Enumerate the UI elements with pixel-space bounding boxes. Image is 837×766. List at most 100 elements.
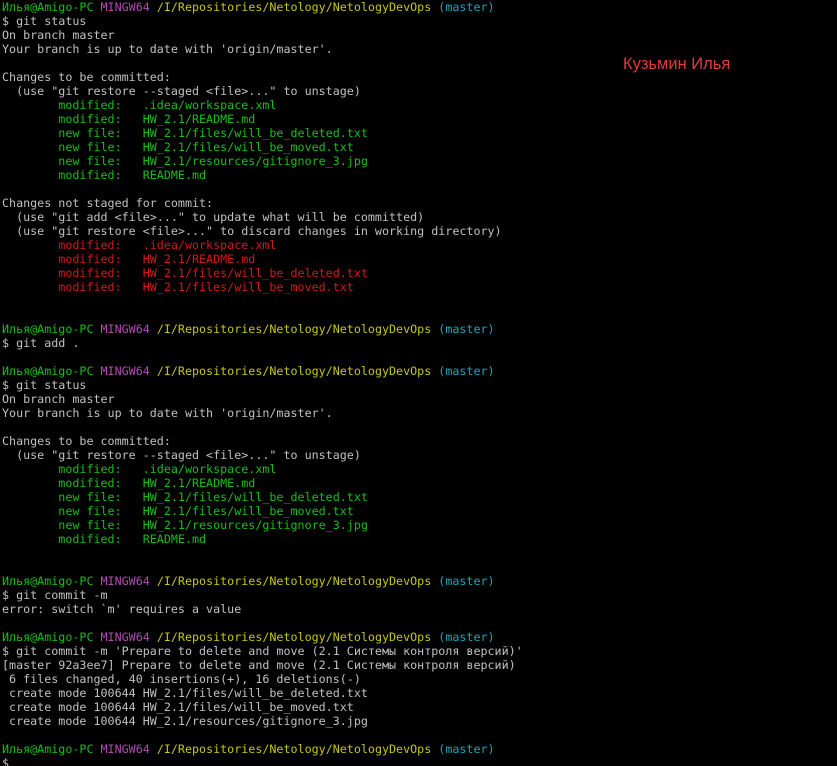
prompt-user-host: Илья@Amigo-PC [2,574,101,588]
terminal-output: Илья@Amigo-PC MINGW64 /I/Repositories/Ne… [0,0,837,766]
prompt-mingw: MINGW64 [100,742,157,756]
staged-file-line: new file: HW_2.1/files/will_be_moved.txt [2,140,354,154]
terminal-line: modified: README.md [2,532,837,546]
output-text: (use "git restore --staged <file>..." to… [2,448,361,462]
output-text: $ git status [2,14,87,28]
terminal-line: modified: HW_2.1/README.md [2,112,837,126]
staged-file-line: modified: README.md [2,168,207,182]
terminal-line: (use "git restore <file>..." to discard … [2,224,837,238]
output-text: Your branch is up to date with 'origin/m… [2,406,333,420]
output-text: (use "git restore --staged <file>..." to… [2,84,361,98]
terminal-line: error: switch `m' requires a value [2,602,837,616]
staged-file-line: new file: HW_2.1/files/will_be_moved.txt [2,504,354,518]
terminal-window[interactable]: Илья@Amigo-PC MINGW64 /I/Repositories/Ne… [0,0,837,766]
prompt-line: Илья@Amigo-PC MINGW64 /I/Repositories/Ne… [2,574,837,588]
terminal-line: $ git commit -m 'Prepare to delete and m… [2,644,837,658]
output-text: (use "git restore <file>..." to discard … [2,224,502,238]
terminal-line: (use "git restore --staged <file>..." to… [2,84,837,98]
terminal-line: new file: HW_2.1/resources/gitignore_3.j… [2,154,837,168]
output-text: Changes not staged for commit: [2,196,214,210]
prompt-line: Илья@Amigo-PC MINGW64 /I/Repositories/Ne… [2,0,837,14]
terminal-line: Your branch is up to date with 'origin/m… [2,406,837,420]
prompt-mingw: MINGW64 [100,574,157,588]
terminal-line: (use "git restore --staged <file>..." to… [2,448,837,462]
terminal-line: new file: HW_2.1/files/will_be_moved.txt [2,140,837,154]
terminal-line: On branch master [2,28,837,42]
terminal-line: create mode 100644 HW_2.1/files/will_be_… [2,686,837,700]
unstaged-file-line: modified: HW_2.1/files/will_be_deleted.t… [2,266,368,280]
staged-file-line: modified: README.md [2,532,207,546]
output-text: Changes to be committed: [2,70,171,84]
output-text: $ [2,756,10,766]
prompt-line: Илья@Amigo-PC MINGW64 /I/Repositories/Ne… [2,364,837,378]
staged-file-line: new file: HW_2.1/files/will_be_deleted.t… [2,126,368,140]
prompt-user-host: Илья@Amigo-PC [2,742,101,756]
prompt-branch: (master) [438,574,495,588]
prompt-path: /I/Repositories/Netology/NetologyDevOps [156,742,439,756]
terminal-line: new file: HW_2.1/files/will_be_deleted.t… [2,490,837,504]
prompt-branch: (master) [438,364,495,378]
terminal-line: create mode 100644 HW_2.1/files/will_be_… [2,700,837,714]
prompt-branch: (master) [438,322,495,336]
output-text: On branch master [2,28,115,42]
terminal-line: new file: HW_2.1/files/will_be_moved.txt [2,504,837,518]
prompt-user-host: Илья@Amigo-PC [2,0,101,14]
prompt-path: /I/Repositories/Netology/NetologyDevOps [156,0,439,14]
output-text: $ git commit -m [2,588,108,602]
output-text: create mode 100644 HW_2.1/files/will_be_… [2,686,368,700]
terminal-line: modified: .idea/workspace.xml [2,462,837,476]
output-text: create mode 100644 HW_2.1/files/will_be_… [2,700,354,714]
output-text: create mode 100644 HW_2.1/resources/giti… [2,714,368,728]
staged-file-line: modified: HW_2.1/README.md [2,476,256,490]
staged-file-line: new file: HW_2.1/resources/gitignore_3.j… [2,518,368,532]
staged-file-line: modified: HW_2.1/README.md [2,112,256,126]
unstaged-file-line: modified: .idea/workspace.xml [2,238,277,252]
prompt-branch: (master) [438,0,495,14]
terminal-line: modified: HW_2.1/README.md [2,252,837,266]
terminal-line: [master 92a3ee7] Prepare to delete and m… [2,658,837,672]
terminal-line: 6 files changed, 40 insertions(+), 16 de… [2,672,837,686]
terminal-line: modified: HW_2.1/files/will_be_moved.txt [2,280,837,294]
prompt-branch: (master) [438,742,495,756]
terminal-line: (use "git add <file>..." to update what … [2,210,837,224]
unstaged-file-line: modified: HW_2.1/files/will_be_moved.txt [2,280,354,294]
prompt-path: /I/Repositories/Netology/NetologyDevOps [156,364,439,378]
prompt-line: Илья@Amigo-PC MINGW64 /I/Repositories/Ne… [2,322,837,336]
terminal-line: $ git status [2,378,837,392]
staged-file-line: modified: .idea/workspace.xml [2,462,277,476]
terminal-line: Changes to be committed: [2,434,837,448]
terminal-line: Your branch is up to date with 'origin/m… [2,42,837,56]
terminal-line: On branch master [2,392,837,406]
terminal-line: Changes not staged for commit: [2,196,837,210]
terminal-line: $ git status [2,14,837,28]
prompt-branch: (master) [438,630,495,644]
terminal-line: modified: .idea/workspace.xml [2,98,837,112]
terminal-line: create mode 100644 HW_2.1/resources/giti… [2,714,837,728]
prompt-path: /I/Repositories/Netology/NetologyDevOps [156,322,439,336]
prompt-mingw: MINGW64 [100,630,157,644]
output-text: Your branch is up to date with 'origin/m… [2,42,333,56]
prompt-path: /I/Repositories/Netology/NetologyDevOps [156,630,439,644]
output-text: error: switch `m' requires a value [2,602,242,616]
output-text: $ git status [2,378,87,392]
terminal-line: modified: README.md [2,168,837,182]
staged-file-line: new file: HW_2.1/resources/gitignore_3.j… [2,154,368,168]
terminal-line: modified: HW_2.1/files/will_be_deleted.t… [2,266,837,280]
unstaged-file-line: modified: HW_2.1/README.md [2,252,256,266]
prompt-line: Илья@Amigo-PC MINGW64 /I/Repositories/Ne… [2,742,837,756]
terminal-line: $ [2,756,837,766]
prompt-mingw: MINGW64 [100,0,157,14]
output-text: $ git add . [2,336,80,350]
terminal-line: modified: HW_2.1/README.md [2,476,837,490]
output-text: On branch master [2,392,115,406]
terminal-line: new file: HW_2.1/resources/gitignore_3.j… [2,518,837,532]
output-text: 6 files changed, 40 insertions(+), 16 de… [2,672,361,686]
